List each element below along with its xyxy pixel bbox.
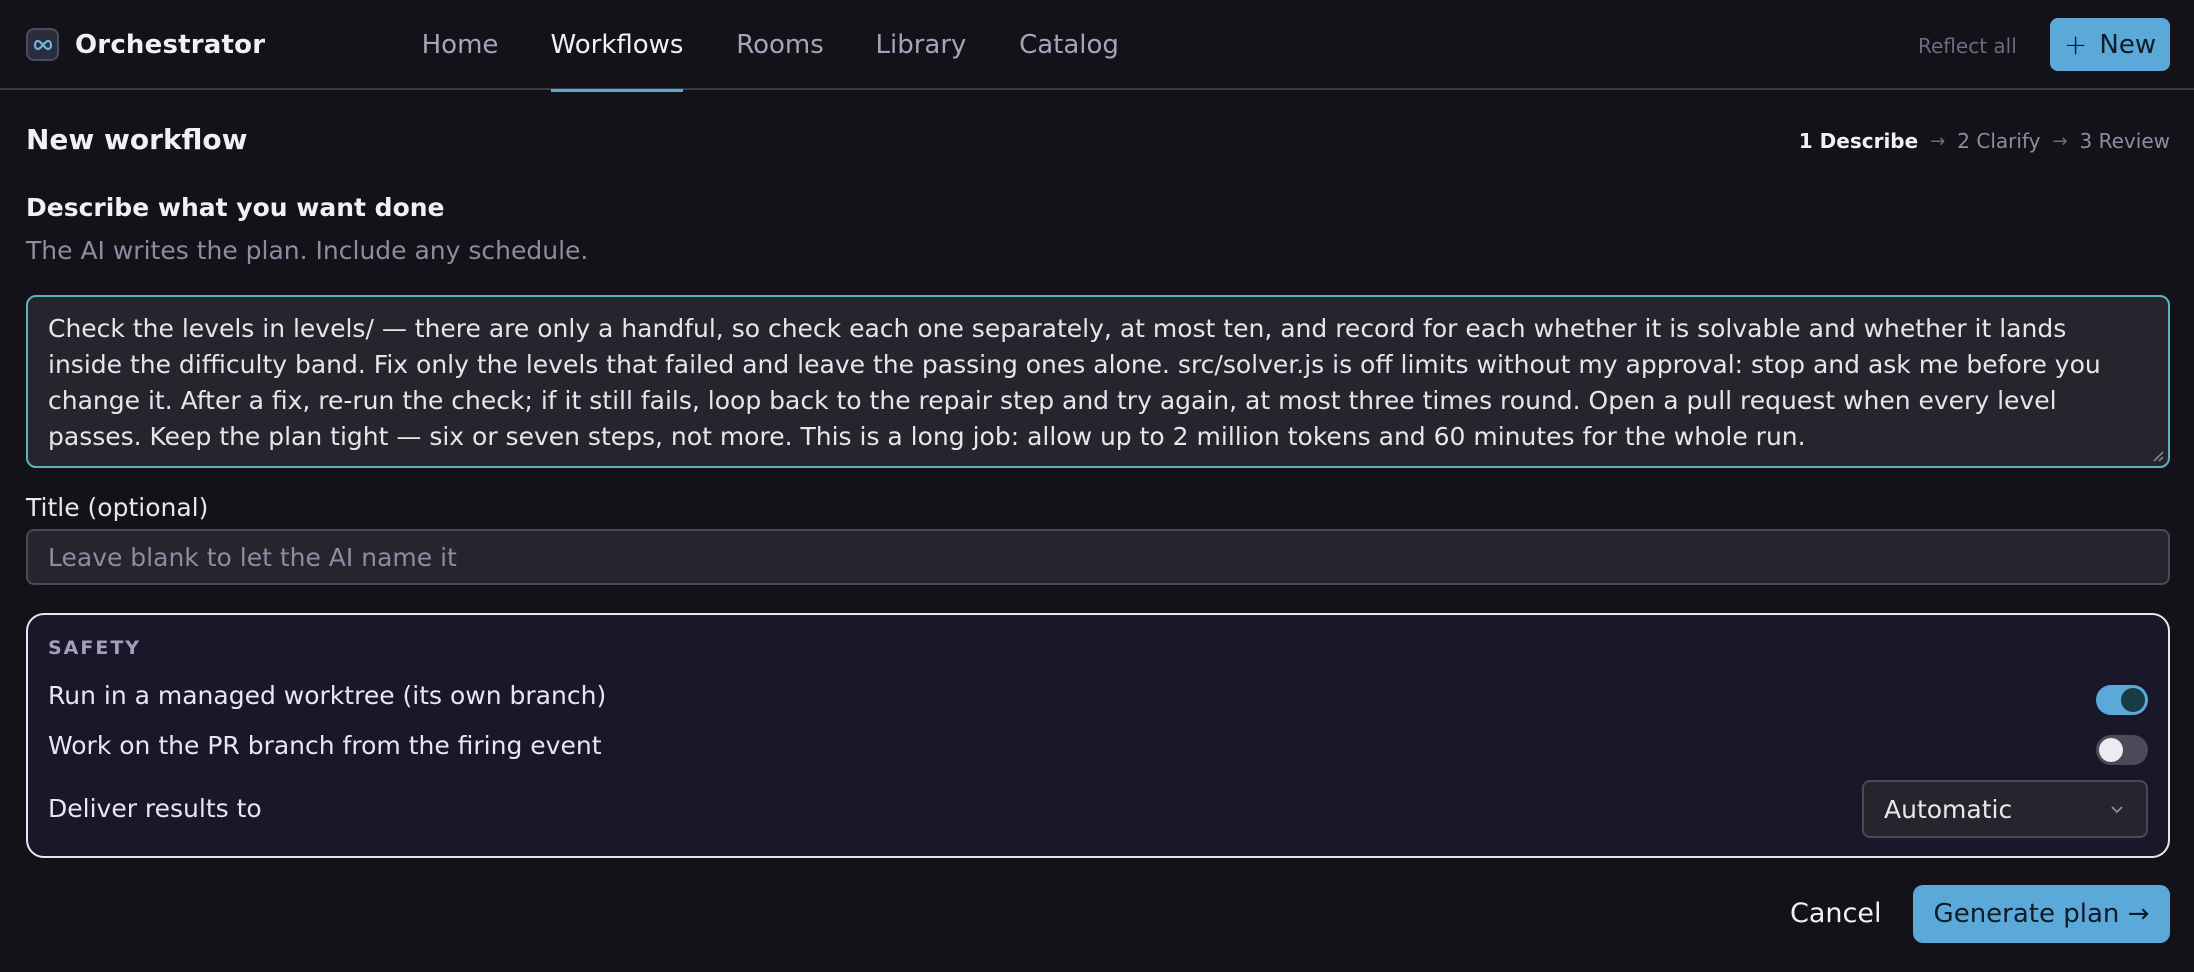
- arrow-right-icon: →: [1930, 130, 1946, 152]
- safety-card: SAFETY Run in a managed worktree (its ow…: [26, 613, 2170, 858]
- title-label: Title (optional): [26, 493, 209, 522]
- nav-tab-rooms[interactable]: Rooms: [733, 0, 827, 90]
- step-clarify: 2 Clarify: [1957, 129, 2041, 153]
- deliver-value: Automatic: [1884, 794, 2013, 824]
- page-title: New workflow: [26, 123, 248, 156]
- generate-plan-button[interactable]: Generate plan →: [1913, 885, 2170, 943]
- step-describe: 1 Describe: [1798, 129, 1919, 153]
- nav-tab-catalog[interactable]: Catalog: [1019, 0, 1119, 90]
- worktree-option-label: Run in a managed worktree (its own branc…: [48, 681, 607, 710]
- pr-branch-option-label: Work on the PR branch from the firing ev…: [48, 731, 602, 760]
- arrow-right-icon: →: [2052, 130, 2068, 152]
- describe-text: Check the levels in levels/ — there are …: [48, 314, 2101, 451]
- new-button[interactable]: + New: [2050, 18, 2170, 71]
- deliver-label: Deliver results to: [48, 794, 262, 823]
- brand[interactable]: Orchestrator: [26, 28, 265, 61]
- nav-tab-library[interactable]: Library: [874, 0, 968, 90]
- wizard-steps: 1 Describe → 2 Clarify → 3 Review: [1799, 129, 2170, 153]
- deliver-select[interactable]: Automatic: [1862, 780, 2148, 838]
- title-input[interactable]: [26, 529, 2170, 585]
- reflect-all-button[interactable]: Reflect all: [1918, 34, 2017, 58]
- app-name: Orchestrator: [75, 29, 266, 60]
- nav-tab-home[interactable]: Home: [416, 0, 504, 90]
- describe-label: Describe what you want done: [26, 193, 445, 222]
- top-bar: Orchestrator Home Workflows Rooms Librar…: [0, 0, 2194, 92]
- toggle-knob: [2099, 738, 2123, 762]
- resize-grip-icon[interactable]: [2150, 448, 2164, 462]
- infinity-link-icon: [26, 28, 59, 61]
- step-review: 3 Review: [2079, 129, 2170, 153]
- nav-tab-workflows[interactable]: Workflows: [551, 0, 683, 92]
- new-button-label: New: [2099, 29, 2157, 60]
- cancel-button[interactable]: Cancel: [1790, 898, 1881, 929]
- toggle-knob: [2121, 688, 2145, 712]
- pr-branch-toggle[interactable]: [2096, 735, 2148, 765]
- describe-hint: The AI writes the plan. Include any sche…: [26, 236, 589, 265]
- plus-icon: +: [2063, 28, 2088, 61]
- chevron-down-icon: [2111, 806, 2123, 814]
- describe-textarea[interactable]: Check the levels in levels/ — there are …: [26, 295, 2170, 468]
- safety-heading: SAFETY: [48, 637, 142, 659]
- worktree-toggle[interactable]: [2096, 685, 2148, 715]
